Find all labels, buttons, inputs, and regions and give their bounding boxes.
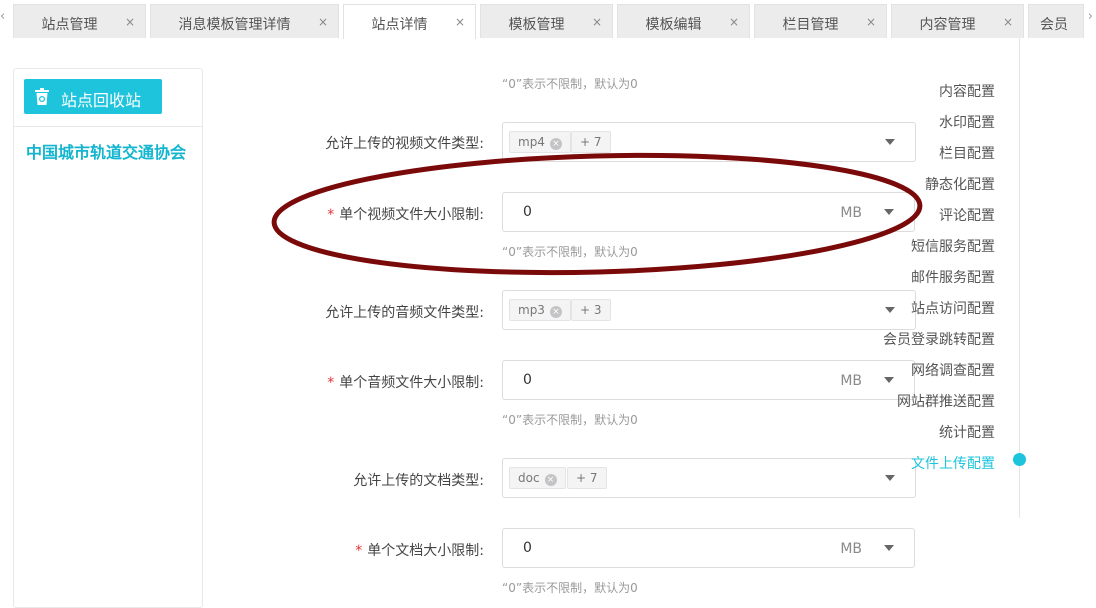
dropdown-caret-icon <box>885 139 895 145</box>
doc-size-label: * 单个文档大小限制: <box>355 540 484 560</box>
audio-types-label: 允许上传的音频文件类型: <box>325 305 484 321</box>
unit-label: MB <box>840 373 862 389</box>
anchor-push-config[interactable]: 网站群推送配置 <box>897 391 995 411</box>
tag-text: doc <box>518 471 540 485</box>
site-recycle-bin-button[interactable]: 站点回收站 <box>24 79 162 114</box>
required-mark: * <box>355 543 363 559</box>
video-size-hint: “0”表示不限制，默认为0 <box>502 245 638 259</box>
required-mark: * <box>327 375 335 391</box>
anchor-site-access-config[interactable]: 站点访问配置 <box>911 298 995 318</box>
anchor-active-dot <box>1013 453 1026 466</box>
tab-close-icon[interactable]: × <box>866 15 876 29</box>
tab-template-management[interactable]: 模板管理 × <box>480 4 613 38</box>
tag-chip: mp3 × <box>509 299 571 321</box>
tab-label: 模板编辑 <box>645 17 702 33</box>
tab-bar: ‹ 站点管理 × 消息模板管理详情 × 站点详情 × 模板管理 × 模板编辑 ×… <box>0 0 1096 39</box>
tag-chip: doc × <box>509 467 566 489</box>
chip-remove-icon[interactable]: × <box>549 138 562 150</box>
tab-content-management[interactable]: 内容管理 × <box>891 4 1024 38</box>
anchor-nav-line <box>1019 38 1020 518</box>
tab-label: 栏目管理 <box>782 17 839 33</box>
more-tags-chip: + 7 <box>571 131 611 153</box>
dropdown-caret-icon <box>885 307 895 313</box>
tab-label: 内容管理 <box>919 17 976 33</box>
doc-size-value: 0 <box>523 540 532 556</box>
tab-message-template-detail[interactable]: 消息模板管理详情 × <box>150 4 339 38</box>
unit-label: MB <box>840 541 862 557</box>
label-text: 单个文档大小限制: <box>367 543 484 559</box>
audio-size-input[interactable]: 0 MB <box>502 360 915 400</box>
tag-text: mp3 <box>518 303 545 317</box>
required-mark: * <box>327 207 335 223</box>
dropdown-caret-icon[interactable] <box>884 545 894 551</box>
anchor-member-login-config[interactable]: 会员登录跳转配置 <box>883 329 995 349</box>
tab-close-icon[interactable]: × <box>592 15 602 29</box>
label-text: 单个视频文件大小限制: <box>339 207 484 223</box>
audio-size-hint: “0”表示不限制，默认为0 <box>502 413 638 427</box>
dropdown-caret-icon[interactable] <box>884 209 894 215</box>
anchor-column-config[interactable]: 栏目配置 <box>939 143 995 163</box>
tab-label: 模板管理 <box>508 17 565 33</box>
video-size-label: * 单个视频文件大小限制: <box>327 204 484 224</box>
anchor-survey-config[interactable]: 网络调查配置 <box>911 360 995 380</box>
label-text: 单个音频文件大小限制: <box>339 375 484 391</box>
dropdown-caret-icon[interactable] <box>884 377 894 383</box>
tab-label: 站点管理 <box>41 17 98 33</box>
tab-scroll-right-icon[interactable]: › <box>1088 9 1093 24</box>
tab-close-icon[interactable]: × <box>125 15 135 29</box>
top-hint: “0”表示不限制，默认为0 <box>502 77 638 91</box>
anchor-sms-config[interactable]: 短信服务配置 <box>911 236 995 256</box>
site-name-link[interactable]: 中国城市轨道交通协会 <box>26 139 186 163</box>
video-size-value: 0 <box>523 204 532 220</box>
anchor-file-upload-config[interactable]: 文件上传配置 <box>911 453 995 473</box>
tab-site-detail[interactable]: 站点详情 × <box>343 4 476 39</box>
chip-remove-icon[interactable]: × <box>549 306 562 318</box>
video-types-label: 允许上传的视频文件类型: <box>325 136 484 152</box>
audio-size-label: * 单个音频文件大小限制: <box>327 372 484 392</box>
tab-site-management[interactable]: 站点管理 × <box>13 4 146 38</box>
left-panel: 站点回收站 中国城市轨道交通协会 <box>13 68 203 608</box>
doc-size-input[interactable]: 0 MB <box>502 528 915 568</box>
doc-types-label: 允许上传的文档类型: <box>353 473 484 489</box>
anchor-comment-config[interactable]: 评论配置 <box>939 205 995 225</box>
trash-icon <box>35 88 49 105</box>
tab-close-icon[interactable]: × <box>729 15 739 29</box>
tab-template-edit[interactable]: 模板编辑 × <box>617 4 750 38</box>
tab-scroll-left-icon[interactable]: ‹ <box>0 9 5 24</box>
tag-chip: mp4 × <box>509 131 571 153</box>
video-size-input[interactable]: 0 MB <box>502 192 915 232</box>
tab-column-management[interactable]: 栏目管理 × <box>754 4 887 38</box>
tab-close-icon[interactable]: × <box>1003 15 1013 29</box>
tab-close-icon[interactable]: × <box>318 15 328 29</box>
tab-label: 站点详情 <box>371 17 428 33</box>
more-tags-chip: + 7 <box>567 467 607 489</box>
tab-member[interactable]: 会员 <box>1028 4 1084 38</box>
more-tags-chip: + 3 <box>571 299 611 321</box>
tab-close-icon[interactable]: × <box>455 15 465 29</box>
unit-label: MB <box>840 205 862 221</box>
anchor-static-config[interactable]: 静态化配置 <box>925 174 995 194</box>
tab-label: 消息模板管理详情 <box>178 17 291 33</box>
anchor-mail-config[interactable]: 邮件服务配置 <box>911 267 995 287</box>
doc-types-select[interactable]: doc × + 7 <box>502 458 916 498</box>
recycle-bin-label: 站点回收站 <box>61 91 142 110</box>
anchor-content-config[interactable]: 内容配置 <box>939 81 995 101</box>
doc-size-hint: “0”表示不限制，默认为0 <box>502 581 638 595</box>
anchor-watermark-config[interactable]: 水印配置 <box>939 112 995 132</box>
anchor-stats-config[interactable]: 统计配置 <box>939 422 995 442</box>
video-types-select[interactable]: mp4 × + 7 <box>502 122 916 162</box>
audio-types-select[interactable]: mp3 × + 3 <box>502 290 916 330</box>
chip-remove-icon[interactable]: × <box>544 474 557 486</box>
divider <box>14 126 202 127</box>
dropdown-caret-icon <box>885 475 895 481</box>
tab-label: 会员 <box>1040 17 1068 33</box>
tag-text: mp4 <box>518 135 545 149</box>
audio-size-value: 0 <box>523 372 532 388</box>
